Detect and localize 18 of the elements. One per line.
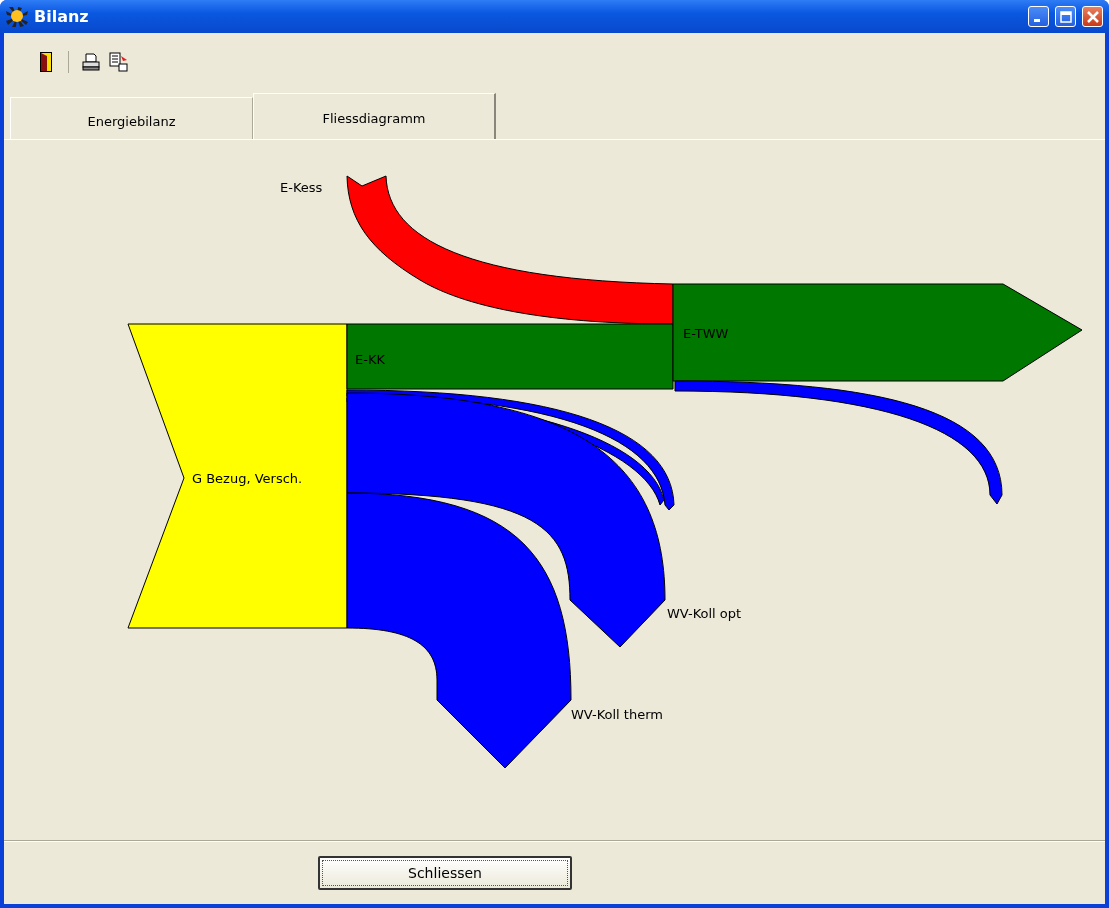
close-icon — [1086, 10, 1099, 23]
tab[interactable]: Energiebilanz — [10, 97, 253, 139]
tab[interactable]: Fliessdiagramm — [253, 93, 496, 139]
window-title: Bilanz — [34, 7, 90, 26]
document-export-icon[interactable] — [107, 49, 131, 74]
minimize-icon — [1033, 19, 1040, 22]
flow-label: G Bezug, Versch. — [192, 471, 303, 486]
close-dialog-button[interactable]: Schliessen — [318, 855, 572, 890]
flow-label: WV-Koll opt — [667, 606, 742, 621]
maximize-icon — [1059, 10, 1072, 23]
close-button[interactable] — [1082, 6, 1103, 27]
maximize-button[interactable] — [1055, 6, 1076, 27]
flow-label: E-KK — [355, 352, 385, 367]
flow-label: E-Kess — [280, 180, 323, 195]
minimize-button[interactable] — [1028, 6, 1049, 27]
flow-label: E-TWW — [683, 326, 729, 341]
flow-label: WV-Koll therm — [571, 707, 663, 722]
sun-icon — [6, 6, 28, 27]
